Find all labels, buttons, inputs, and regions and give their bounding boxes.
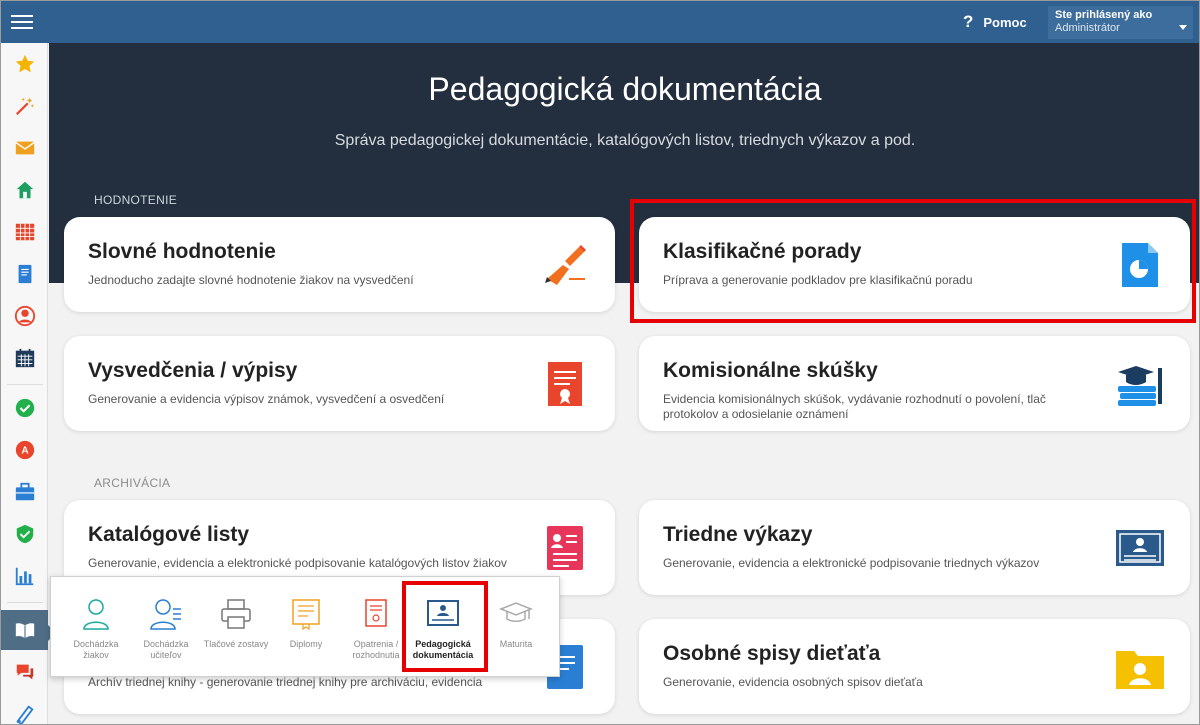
page-subtitle: Správa pedagogickej dokumentácie, kataló… [334,132,916,149]
card-description: Jednoducho zadajte slovné hodnotenie žia… [88,273,414,287]
card-description: Evidencia komisionálnych skúšok, vydávan… [663,392,1046,421]
student-attendance-icon [83,599,109,630]
popup-item-label: Pedagogická dokumentácia [412,639,474,660]
sidebar: A [1,43,48,724]
card-title: Vysvedčenia / výpisy [88,359,298,382]
popup-item-label: Opatrenia / rozhodnutia [352,639,400,660]
popup-item-label: Maturita [499,639,533,649]
submenu-popup: Dochádzka žiakov Dochádzka učiteľov Tlač… [50,576,560,677]
teacher-attendance-icon [150,599,181,630]
card-title: Slovné hodnotenie [88,240,276,263]
briefcase-icon[interactable] [1,472,48,512]
popup-item-tlacove-zostavy[interactable]: Tlačové zostavy [201,597,271,650]
card-osobne-spisy[interactable]: Osobné spisy dieťaťa Generovanie, eviden… [639,619,1190,714]
popup-item-dochadzka-ucitelov[interactable]: Dochádzka učiteľov [131,597,201,661]
envelope-icon[interactable] [1,128,48,168]
popup-item-maturita[interactable]: Maturita [481,597,551,650]
card-triedne-vykazy[interactable]: Triedne výkazy Generovanie, evidencia a … [639,500,1190,595]
popup-item-diplomy[interactable]: Diplomy [271,597,341,650]
card-description: Generovanie, evidencia a elektronické po… [88,556,507,570]
card-title: Osobné spisy dieťaťa [663,642,881,665]
pie-document-icon [1114,239,1166,291]
card-description: Generovanie, evidencia a elektronické po… [663,556,1040,570]
card-title: Klasifikačné porady [663,240,862,263]
check-badge-icon[interactable] [1,388,48,428]
card-klasifikacne-porady[interactable]: Klasifikačné porady Príprava a generovan… [639,217,1190,312]
popup-item-opatrenia[interactable]: Opatrenia / rozhodnutia [341,597,411,661]
user-label: Ste prihlásený ako [1055,9,1153,21]
home-icon[interactable] [1,170,48,210]
card-komisionalne-skusky[interactable]: Komisionálne skúšky Evidencia komisionál… [639,336,1190,431]
card-title: Triedne výkazy [663,523,813,546]
book-icon[interactable] [1,254,48,294]
pen-icon[interactable] [1,694,48,724]
open-book-icon[interactable] [1,610,48,650]
popup-item-dochadzka-ziakov[interactable]: Dochádzka žiakov [61,597,131,661]
card-slovne-hodnotenie[interactable]: Slovné hodnotenie Jednoducho zadajte slo… [64,217,615,312]
pedagogical-docs-icon [427,600,459,626]
bar-chart-icon[interactable] [1,556,48,596]
help-button[interactable]: ? Pomoc [963,12,1027,32]
printer-icon [221,599,251,629]
decision-document-icon [365,599,387,627]
card-title: Katalógové listy [88,523,250,546]
graduation-cap-icon [499,602,533,622]
user-menu[interactable]: Ste prihlásený ako Administrátor [1048,6,1193,39]
question-icon: ? [963,12,974,31]
user-circle-icon[interactable] [1,296,48,336]
svg-text:A: A [21,446,29,457]
graduation-books-icon [1114,358,1166,410]
shield-check-icon[interactable] [1,514,48,554]
classroom-board-icon [1114,522,1166,574]
calendar-grid-icon[interactable] [1,212,48,252]
card-description: Príprava a generovanie podkladov pre kla… [663,273,973,287]
user-name: Administrátor [1055,22,1120,34]
card-description: Generovanie a evidencia výpisov známok, … [88,392,445,406]
popup-item-pedagogicka-dokumentacia[interactable]: Pedagogická dokumentácia [408,597,478,661]
popup-item-label: Diplomy [289,639,323,649]
calendar-icon[interactable] [1,338,48,378]
chevron-down-icon [1179,25,1187,30]
card-description: Archív triednej knihy - generovanie trie… [88,675,483,689]
popup-item-label: Dochádzka učiteľov [143,639,189,660]
star-icon[interactable] [1,44,48,84]
hamburger-icon[interactable] [11,11,33,33]
person-folder-icon [1114,641,1166,693]
writing-hand-icon [539,239,591,291]
popup-item-label: Dochádzka žiakov [73,639,119,660]
card-description: Generovanie, evidencia osobných spisov d… [663,675,923,689]
diploma-icon [292,599,320,631]
section-title-evaluation: HODNOTENIE [94,193,178,207]
certificate-icon [539,358,591,410]
student-card-icon [539,522,591,574]
help-label: Pomoc [983,14,1027,30]
card-vysvedcenia[interactable]: Vysvedčenia / výpisy Generovanie a evide… [64,336,615,431]
app-window: ? Pomoc Ste prihlásený ako Administrátor [0,0,1200,725]
popup-item-label: Tlačové zostavy [203,639,269,649]
card-title: Komisionálne skúšky [663,359,878,382]
page-title: Pedagogická dokumentácia [428,71,822,107]
grade-badge-icon[interactable]: A [1,430,48,470]
magic-wand-icon[interactable] [1,86,48,126]
chat-icon[interactable] [1,652,48,692]
top-bar: ? Pomoc Ste prihlásený ako Administrátor [1,1,1199,43]
section-title-archive: ARCHIVÁCIA [94,476,171,490]
